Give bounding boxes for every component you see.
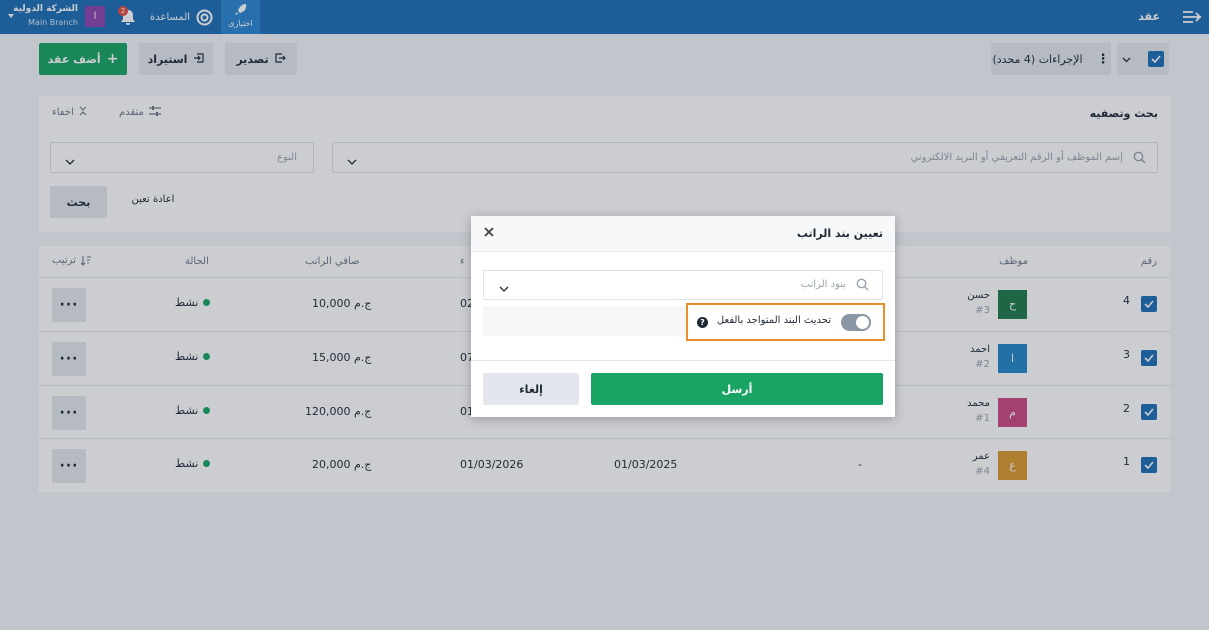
help-icon[interactable]: ?	[697, 317, 708, 328]
salary-items-placeholder: بنود الراتب	[800, 279, 846, 290]
toggle-knob	[856, 316, 869, 329]
cancel-button[interactable]: إلغاء	[483, 373, 579, 405]
assign-salary-item-dialog: تعيين بند الراتب بنود الراتب تحديث البند…	[471, 216, 895, 417]
search-icon	[856, 278, 869, 294]
dialog-header: تعيين بند الراتب	[471, 216, 895, 252]
update-existing-toggle-group: تحديث البند المتواجد بالفعل ?	[686, 303, 885, 341]
close-icon[interactable]	[484, 227, 494, 240]
submit-button[interactable]: أرسل	[591, 373, 883, 405]
salary-items-select[interactable]: بنود الراتب	[483, 270, 883, 300]
chevron-down-icon	[499, 282, 509, 295]
dialog-title: تعيين بند الراتب	[796, 227, 883, 240]
dialog-divider	[471, 360, 895, 361]
toggle-label: تحديث البند المتواجد بالفعل	[716, 315, 831, 326]
update-existing-toggle[interactable]	[841, 314, 871, 331]
